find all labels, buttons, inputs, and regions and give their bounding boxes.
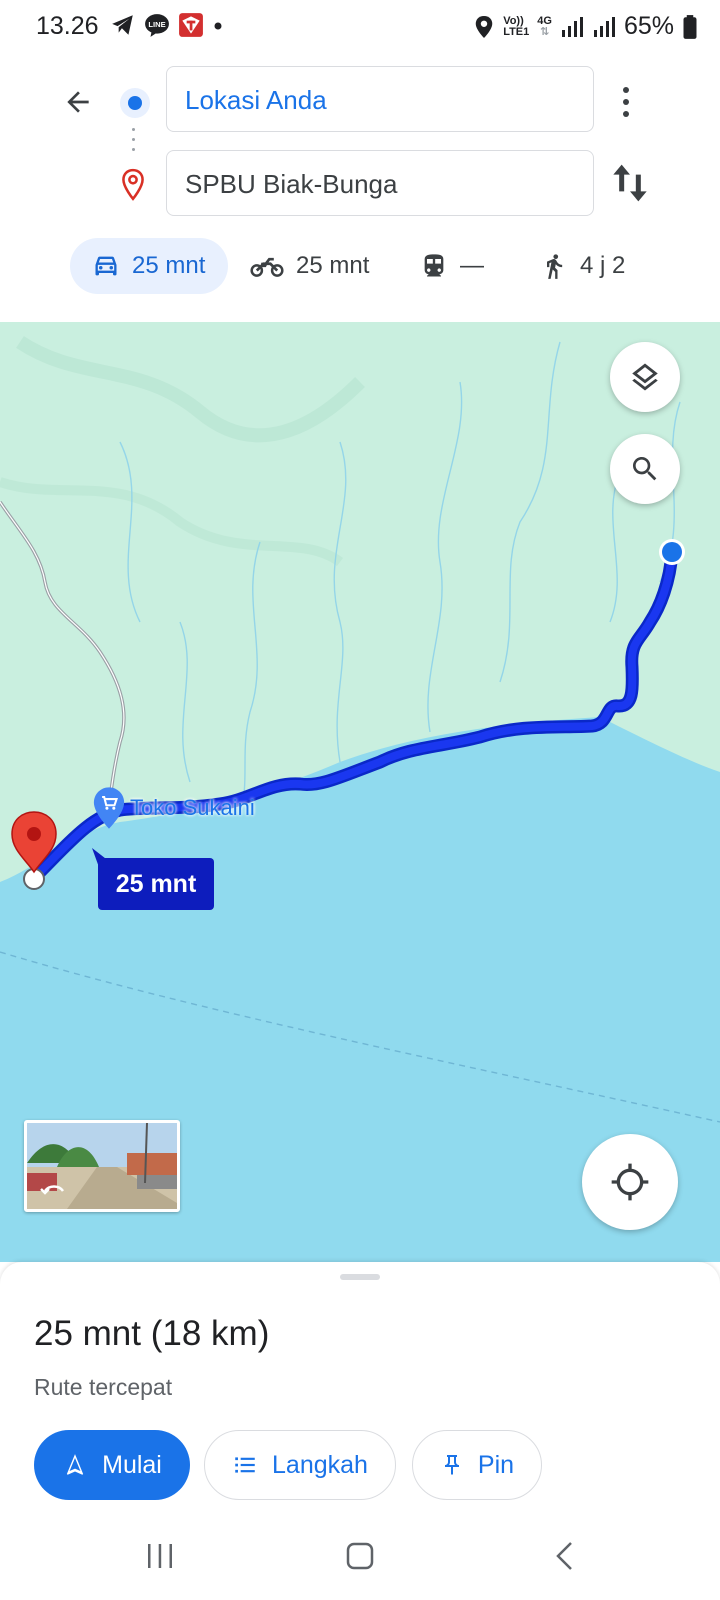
map-layers-button[interactable]: [610, 342, 680, 412]
tab-motorcycle[interactable]: 25 mnt: [250, 238, 369, 294]
status-time: 13.26: [36, 12, 99, 40]
system-back-button[interactable]: [534, 1536, 594, 1576]
more-options-button[interactable]: [614, 82, 638, 122]
signal-icon: [561, 16, 583, 37]
recent-apps-button[interactable]: [130, 1536, 190, 1576]
back-button[interactable]: [56, 80, 100, 124]
walk-icon: [547, 254, 563, 279]
status-bar: 13.26 LINE Vo)) LTE1 4G ⇅ 65%: [0, 0, 720, 52]
tab-driving[interactable]: 25 mnt: [70, 238, 228, 294]
list-icon: [235, 1457, 255, 1473]
destination-field[interactable]: SPBU Biak-Bunga: [166, 150, 594, 216]
search-icon: [633, 457, 657, 481]
tab-driving-label: 25 mnt: [132, 252, 206, 279]
home-icon: [346, 1542, 374, 1570]
route-duration-badge[interactable]: 25 mnt: [98, 858, 214, 910]
location-icon: [475, 15, 493, 38]
shopping-cart-icon: [93, 787, 125, 829]
volte-label: Vo)): [503, 14, 524, 27]
svg-text:LINE: LINE: [148, 20, 165, 29]
battery-percent: 65%: [623, 12, 674, 40]
navigation-arrow-icon: [67, 1454, 84, 1475]
status-icons-right: Vo)) LTE1 4G ⇅ 65%: [473, 12, 698, 41]
battery-icon: [683, 14, 697, 39]
route-description: Rute tercepat: [34, 1374, 173, 1400]
signal-icon: [593, 16, 615, 37]
crosshair-icon: [611, 1163, 649, 1201]
motorcycle-icon: [250, 257, 284, 277]
destination-pin-icon: [122, 168, 144, 201]
pin-button[interactable]: Pin: [412, 1430, 542, 1500]
telegram-icon: [112, 15, 133, 35]
tab-motorcycle-label: 25 mnt: [296, 252, 370, 279]
app-t-icon: [179, 13, 203, 37]
network-type: 4G ⇅: [537, 14, 552, 38]
tab-walking-label: 4 j 2: [580, 252, 626, 279]
layers-icon: [632, 363, 658, 391]
map-search-button[interactable]: [610, 434, 680, 504]
start-label: Mulai: [102, 1450, 162, 1479]
arrow-back-icon: [67, 91, 89, 113]
line-icon: LINE: [145, 14, 169, 37]
map-view[interactable]: Toko Sukaini 25 mnt: [0, 322, 720, 1262]
street-view-image: [27, 1123, 177, 1209]
pin-label: Pin: [477, 1450, 515, 1479]
directions-header: Lokasi Anda SPBU Biak-Bunga 25 mnt 25 mn…: [0, 52, 720, 322]
steps-label: Langkah: [272, 1450, 368, 1479]
street-view-thumbnail[interactable]: [24, 1120, 180, 1212]
tab-transit[interactable]: —: [420, 238, 484, 294]
recents-icon: [148, 1544, 172, 1568]
pin-icon: [444, 1455, 459, 1475]
data-arrows-icon: ⇅: [540, 25, 550, 38]
route-bottom-sheet: 25 mnt (18 km) Rute tercepat Mulai Langk…: [0, 1262, 720, 1600]
poi-name: Toko Sukaini: [130, 795, 255, 820]
poi-label[interactable]: Toko Sukaini: [92, 786, 255, 830]
tab-walking[interactable]: 4 j 2: [540, 238, 625, 294]
drag-handle[interactable]: [340, 1274, 380, 1280]
steps-button[interactable]: Langkah: [204, 1430, 396, 1500]
system-navigation-bar: [0, 1510, 720, 1600]
chevron-left-icon: [556, 1542, 572, 1570]
swap-directions-icon[interactable]: [610, 158, 650, 208]
start-navigation-button[interactable]: Mulai: [34, 1430, 190, 1500]
train-icon: [424, 254, 444, 277]
car-icon: [95, 256, 117, 276]
my-location-button[interactable]: [582, 1134, 678, 1230]
route-summary: 25 mnt (18 km): [34, 1314, 270, 1353]
tab-transit-label: —: [460, 252, 484, 279]
dot-icon: [214, 22, 222, 30]
home-button[interactable]: [330, 1536, 390, 1576]
status-icons-left: LINE: [110, 12, 224, 38]
lte-label: LTE1: [503, 25, 530, 38]
origin-field[interactable]: Lokasi Anda: [166, 66, 594, 132]
origin-dot-icon: [120, 88, 150, 118]
travel-mode-tabs: 25 mnt 25 mnt — 4 j 2: [70, 238, 690, 294]
network-type-label: 4G: [537, 14, 552, 27]
volte-icon: Vo)) LTE1: [503, 14, 530, 38]
